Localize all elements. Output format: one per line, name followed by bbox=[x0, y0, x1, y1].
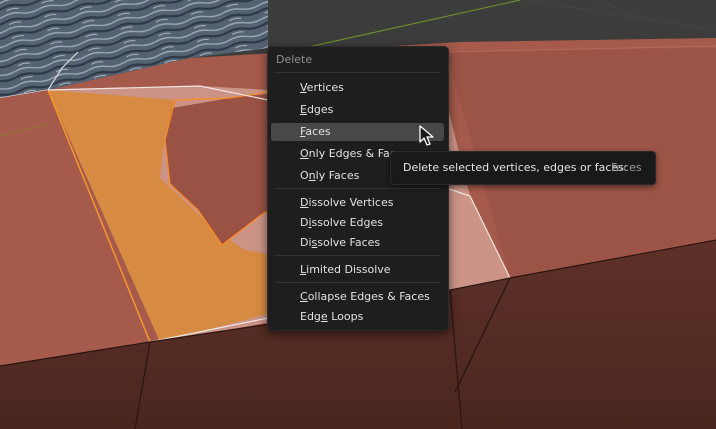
delete-menu: Delete Vertices Edges Faces Only Edges &… bbox=[267, 46, 449, 331]
menu-item-edges[interactable]: Edges bbox=[271, 101, 444, 119]
menu-item-dissolve-edges[interactable]: Dissolve Edges bbox=[271, 214, 444, 232]
menu-item-vertices[interactable]: Vertices bbox=[271, 79, 444, 97]
menu-title: Delete bbox=[276, 53, 313, 66]
menu-separator bbox=[275, 188, 441, 189]
menu-item-edge-loops[interactable]: Edge Loops bbox=[271, 308, 444, 326]
menu-item-dissolve-vertices[interactable]: Dissolve Vertices bbox=[271, 194, 444, 212]
menu-item-dissolve-faces[interactable]: Dissolve Faces bbox=[271, 234, 444, 252]
tooltip-text: Delete selected vertices, edges or faces… bbox=[403, 161, 628, 174]
tooltip: Delete selected vertices, edges or faces… bbox=[390, 151, 656, 185]
mouse-cursor-icon bbox=[419, 125, 434, 146]
menu-item-limited-dissolve[interactable]: Limited Dissolve bbox=[271, 261, 444, 279]
menu-item-collapse-edges-faces[interactable]: Collapse Edges & Faces bbox=[271, 288, 444, 306]
menu-separator bbox=[275, 72, 441, 73]
menu-separator bbox=[275, 282, 441, 283]
menu-separator bbox=[275, 255, 441, 256]
tooltip-value: Faces bbox=[611, 161, 642, 174]
